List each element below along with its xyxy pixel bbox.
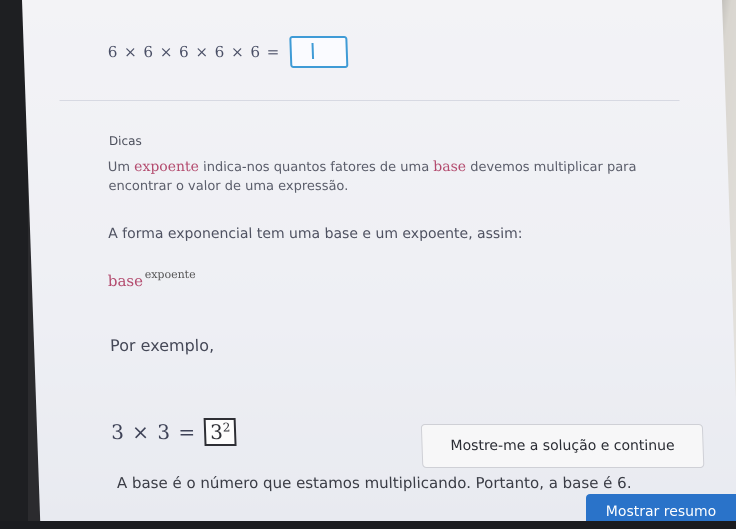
keyword-expoente: expoente	[133, 159, 200, 175]
answer-input[interactable]	[289, 36, 349, 68]
hint-paragraph-1: Um expoente indica-nos quantos fatores d…	[108, 158, 649, 196]
solution-text: A base é o número que estamos multiplica…	[116, 474, 632, 492]
example-row: 3 × 3 = 32	[111, 418, 237, 446]
equation-expression: 6 × 6 × 6 × 6 × 6 =	[107, 43, 281, 61]
device-bezel-bottom	[0, 521, 736, 529]
example-answer-box: 32	[203, 418, 237, 446]
hint-paragraph-2: A forma exponencial tem uma base e um ex…	[107, 226, 523, 242]
example-exponent: 2	[222, 420, 231, 435]
exponential-form: baseexpoente	[107, 268, 196, 290]
keyword-base: base	[433, 159, 467, 175]
example-expression: 3 × 3 =	[110, 420, 197, 444]
content: 6 × 6 × 6 × 6 × 6 = Dicas Um expoente in…	[56, 0, 714, 529]
example-intro: Por exemplo,	[109, 336, 215, 355]
text-caret	[311, 43, 315, 59]
exponent-word: expoente	[144, 268, 196, 281]
example-base: 3	[209, 420, 224, 444]
hint-text: Um	[107, 160, 135, 175]
hint-text: indica-nos quantos fatores de uma	[198, 160, 434, 175]
base-word: base	[107, 272, 144, 290]
equation-row: 6 × 6 × 6 × 6 × 6 =	[107, 36, 349, 68]
divider	[59, 100, 680, 101]
hints-title: Dicas	[108, 134, 142, 148]
screen: 6 × 6 × 6 × 6 × 6 = Dicas Um expoente in…	[22, 0, 736, 529]
show-solution-button[interactable]: Mostre-me a solução e continue	[420, 424, 705, 468]
